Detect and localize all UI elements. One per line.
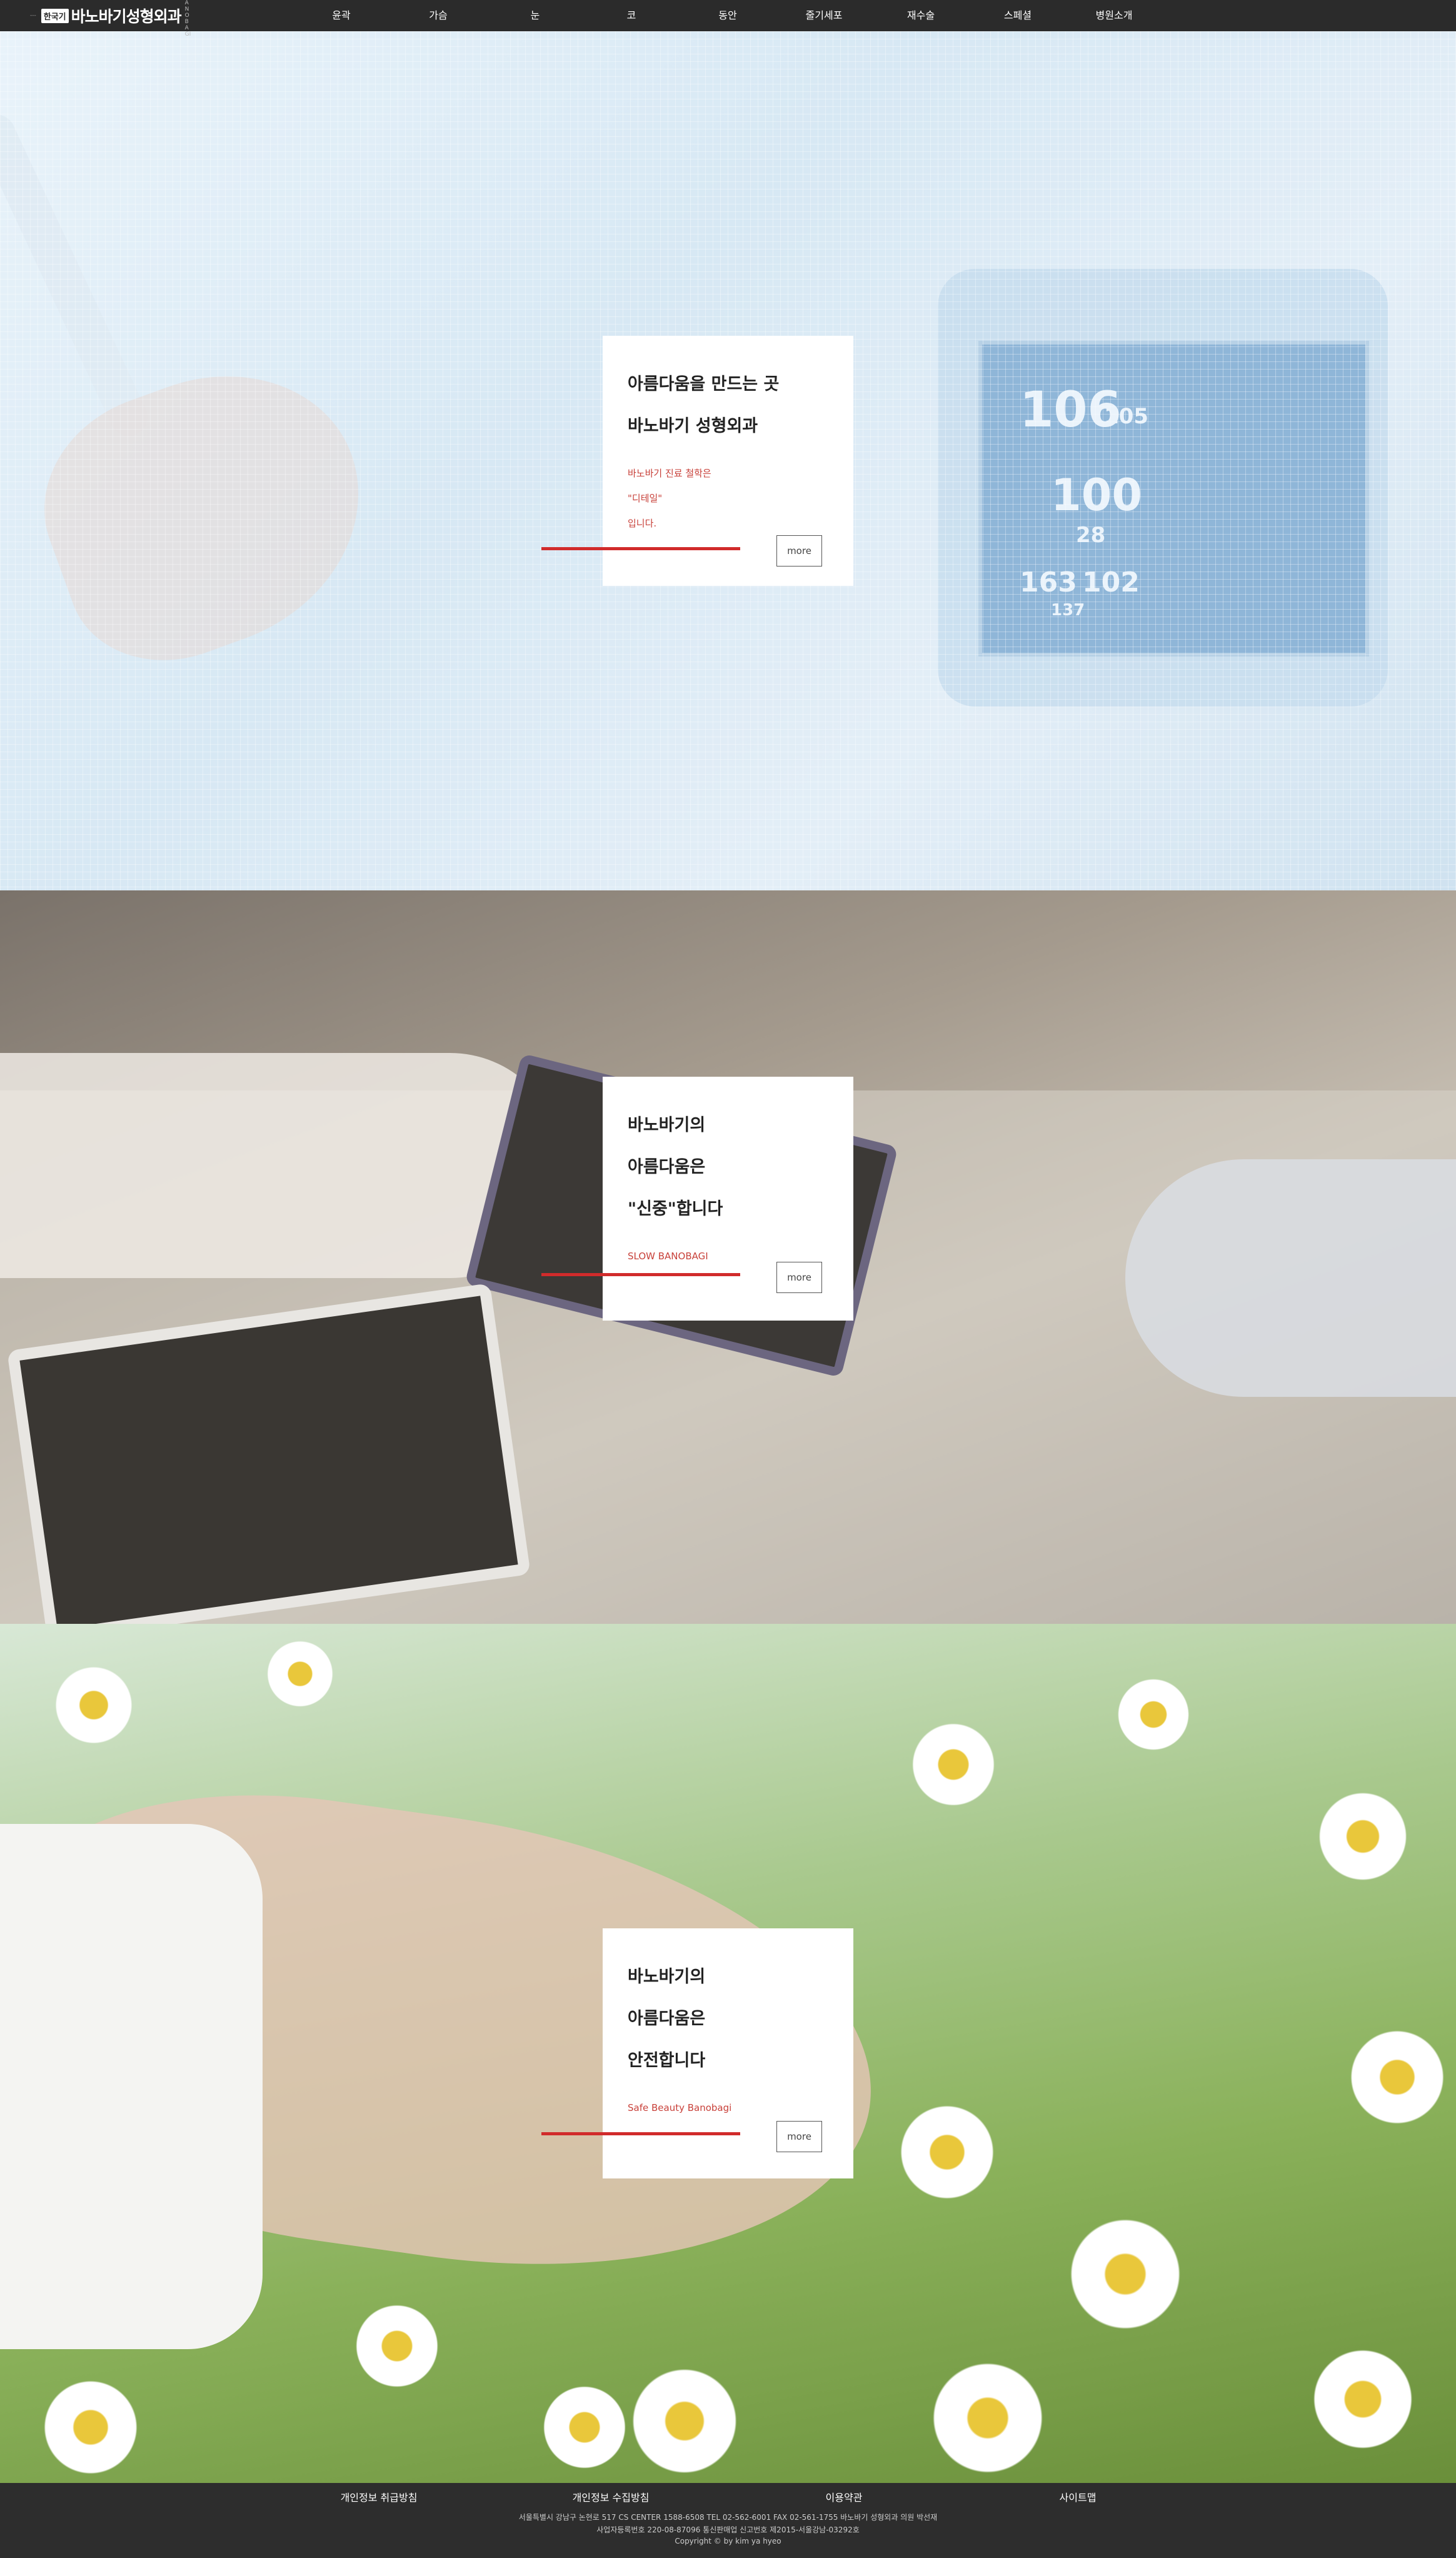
- flower-image: [1307, 2343, 1419, 2455]
- nav-item-contour[interactable]: 윤곽: [304, 0, 379, 31]
- card-title-line: 아름다움은: [628, 2009, 706, 2028]
- flower-image: [894, 2099, 1000, 2205]
- footer-copyright: Copyright © by kim ya hyeo: [675, 2537, 781, 2545]
- card-title-line: 바노바기의: [628, 1967, 706, 1986]
- main-nav: 윤곽 가슴 눈 코 동안 줄기세포 재수술 스페셜 병원소개: [0, 0, 1456, 31]
- flower-image: [1113, 1674, 1194, 1755]
- accent-line: [541, 547, 740, 550]
- footer-address: 서울특별시 강남구 논현로 517 CS CENTER 1588-6508 TE…: [518, 2513, 938, 2522]
- site-footer: 개인정보 취급방침 개인정보 수집방침 이용약관 사이트맵 서울특별시 강남구 …: [0, 2483, 1456, 2558]
- flower-image: [1313, 1786, 1413, 1886]
- footer-link-privacy-policy[interactable]: 개인정보 취급방침: [304, 2489, 454, 2504]
- nav-item-nose[interactable]: 코: [594, 0, 669, 31]
- more-button[interactable]: more: [776, 2121, 822, 2152]
- flower-image: [350, 2299, 444, 2393]
- card-subtitle-line: 입니다.: [628, 518, 657, 529]
- flower-image: [925, 2355, 1050, 2480]
- card-title-line: 바노바기 성형외과: [628, 416, 758, 436]
- flower-image: [50, 1661, 138, 1749]
- card-subtitle-line: Safe Beauty Banobagi: [628, 2102, 732, 2113]
- card-title-line: 바노바기의: [628, 1115, 706, 1135]
- patient-sleeve-image: [1125, 1159, 1456, 1397]
- card-title-line: 안전합니다: [628, 2051, 706, 2070]
- flower-image: [1344, 2024, 1450, 2130]
- card-title-line: "신중"합니다: [628, 1199, 723, 1219]
- footer-link-sitemap[interactable]: 사이트맵: [1003, 2489, 1153, 2504]
- nav-item-stemcell[interactable]: 줄기세포: [786, 0, 861, 31]
- nav-item-antiaging[interactable]: 동안: [690, 0, 765, 31]
- nav-item-revision[interactable]: 재수술: [883, 0, 958, 31]
- flower-image: [906, 1718, 1000, 1811]
- card-title-line: 아름다움은: [628, 1157, 706, 1177]
- flower-image: [625, 2362, 744, 2480]
- card-title-line: 아름다움을 만드는 곳: [628, 375, 780, 394]
- top-navigation-bar: --- 한국기 바노바기성형외과 BANOBAGI 윤곽 가슴 눈 코 동안 줄…: [0, 0, 1456, 38]
- nav-item-breast[interactable]: 가슴: [401, 0, 476, 31]
- accent-line: [541, 2132, 740, 2135]
- sleeve-image: [0, 1824, 263, 2349]
- nav-item-eye[interactable]: 눈: [498, 0, 573, 31]
- more-button[interactable]: more: [776, 535, 822, 566]
- more-button[interactable]: more: [776, 1262, 822, 1293]
- nav-item-about[interactable]: 병원소개: [1077, 0, 1152, 31]
- flower-image: [538, 2380, 631, 2474]
- accent-line: [541, 1273, 740, 1276]
- flower-image: [263, 1636, 338, 1711]
- flower-image: [38, 2374, 144, 2480]
- nav-item-special[interactable]: 스페셜: [980, 0, 1055, 31]
- footer-link-privacy-collection[interactable]: 개인정보 수집방침: [536, 2489, 686, 2504]
- footer-business-info: 사업자등록번호 220-08-87096 통신판매업 신고번호 제2015-서울…: [596, 2525, 860, 2534]
- flower-image: [1063, 2212, 1188, 2337]
- card-subtitle-line: 바노바기 진료 철학은: [628, 468, 711, 479]
- footer-link-terms[interactable]: 이용약관: [769, 2489, 919, 2504]
- card-subtitle-line: "디테일": [628, 493, 663, 504]
